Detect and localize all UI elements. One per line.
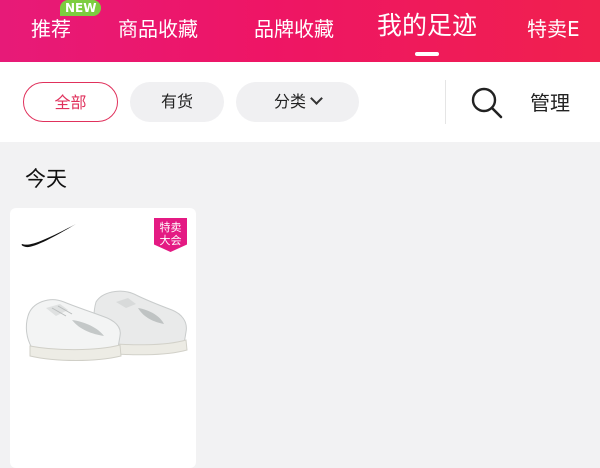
filter-in-stock-chip[interactable]: 有货: [130, 82, 224, 122]
nike-swoosh-logo: [21, 224, 76, 248]
manage-button[interactable]: 管理: [530, 88, 570, 118]
divider: [445, 80, 446, 124]
sneaker-image: [25, 290, 188, 361]
filter-all-chip[interactable]: 全部: [23, 82, 118, 122]
active-tab-indicator: [415, 52, 439, 56]
special-sale-tag: 特卖 大会: [154, 218, 187, 252]
section-title-today: 今天: [25, 167, 67, 191]
tab-special-sale[interactable]: 特卖E: [527, 14, 580, 44]
tab-product-favorites[interactable]: 商品收藏: [118, 14, 198, 44]
sale-tag-line1: 特卖: [159, 221, 182, 234]
new-badge: NEW: [60, 0, 102, 16]
chevron-down-icon: [310, 92, 323, 105]
filter-category-label: 分类: [273, 92, 306, 111]
tab-brand-favorites[interactable]: 品牌收藏: [254, 14, 334, 44]
filter-bar: 全部 有货 分类 管理: [0, 62, 600, 142]
search-icon: [471, 87, 503, 119]
product-card[interactable]: 特卖 大会: [10, 208, 196, 468]
filter-category-dropdown[interactable]: 分类: [236, 82, 359, 122]
sale-tag-line2: 大会: [159, 234, 182, 247]
top-tab-bar: 推荐 NEW 商品收藏 品牌收藏 我的足迹 特卖E: [0, 0, 600, 62]
tab-recommend[interactable]: 推荐: [31, 14, 71, 44]
search-button[interactable]: [470, 86, 504, 120]
tab-my-footprints[interactable]: 我的足迹: [377, 11, 477, 41]
